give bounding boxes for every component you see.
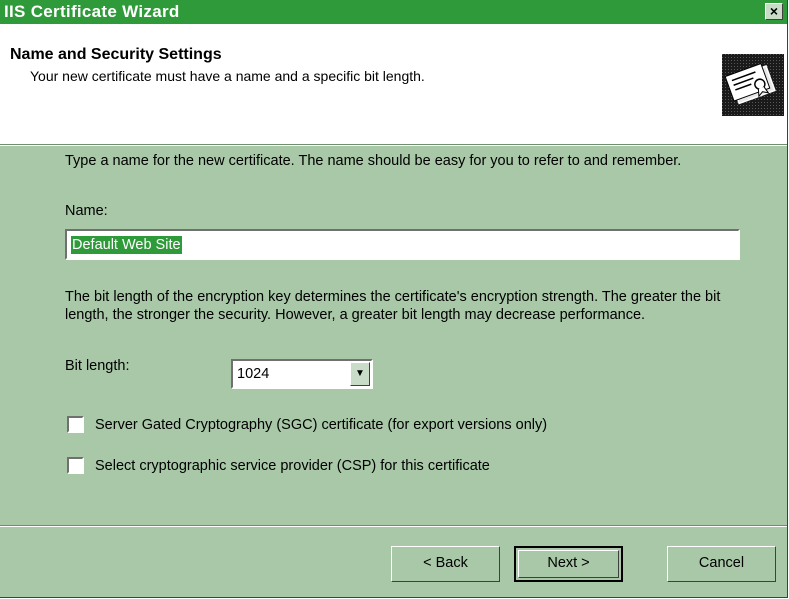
page-title: Name and Security Settings: [10, 46, 222, 63]
name-input[interactable]: Default Web Site: [65, 229, 740, 260]
header-divider: [0, 144, 787, 146]
window-title: IIS Certificate Wizard: [4, 2, 180, 21]
back-button[interactable]: < Back: [391, 546, 500, 582]
footer-divider: [0, 525, 787, 527]
sgc-checkbox[interactable]: [67, 416, 84, 433]
bit-length-description: The bit length of the encryption key det…: [65, 289, 721, 323]
next-button-label: Next >: [547, 555, 590, 571]
wizard-header: Name and Security Settings Your new cert…: [0, 24, 787, 144]
wizard-window: IIS Certificate Wizard × Name and Securi…: [0, 0, 788, 598]
back-button-label: < Back: [423, 555, 468, 571]
close-icon: ×: [769, 3, 779, 19]
certificate-icon: [722, 54, 784, 116]
close-button[interactable]: ×: [765, 3, 783, 20]
bit-length-select[interactable]: 1024 ▼: [231, 359, 373, 389]
name-label: Name:: [65, 203, 108, 219]
dropdown-button[interactable]: ▼: [350, 362, 370, 386]
name-input-value: Default Web Site: [71, 236, 182, 254]
chevron-down-icon: ▼: [355, 368, 365, 379]
bit-length-label: Bit length:: [65, 358, 130, 374]
csp-checkbox[interactable]: [67, 457, 84, 474]
cancel-button-label: Cancel: [698, 555, 745, 571]
next-button[interactable]: Next >: [514, 546, 623, 582]
page-subtitle: Your new certificate must have a name an…: [30, 68, 425, 84]
name-description: Type a name for the new certificate. The…: [65, 153, 682, 169]
cancel-button[interactable]: Cancel: [667, 546, 776, 582]
bit-length-value: 1024: [237, 366, 270, 382]
csp-checkbox-label[interactable]: Select cryptographic service provider (C…: [95, 457, 490, 475]
sgc-checkbox-label[interactable]: Server Gated Cryptography (SGC) certific…: [95, 416, 547, 434]
title-bar[interactable]: IIS Certificate Wizard ×: [0, 0, 787, 24]
